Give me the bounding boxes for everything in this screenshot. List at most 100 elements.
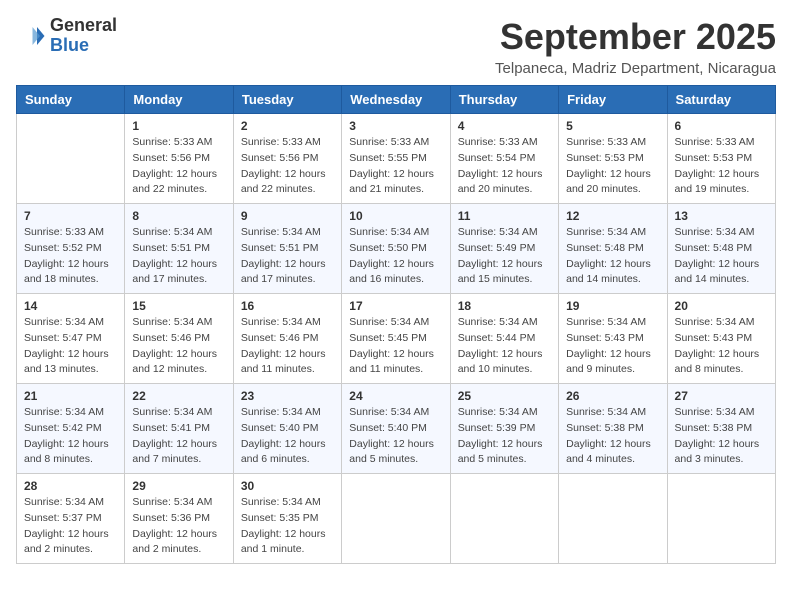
day-info: Sunrise: 5:34 AM Sunset: 5:49 PM Dayligh…: [458, 225, 551, 288]
calendar-cell: [342, 474, 450, 564]
day-number: 19: [566, 299, 659, 313]
calendar-cell: 5Sunrise: 5:33 AM Sunset: 5:53 PM Daylig…: [559, 114, 667, 204]
day-info: Sunrise: 5:34 AM Sunset: 5:38 PM Dayligh…: [675, 405, 768, 468]
day-info: Sunrise: 5:33 AM Sunset: 5:52 PM Dayligh…: [24, 225, 117, 288]
day-number: 16: [241, 299, 334, 313]
calendar-body: 1Sunrise: 5:33 AM Sunset: 5:56 PM Daylig…: [17, 114, 776, 564]
calendar-cell: 20 Sunrise: 5:34 AM Sunset: 5:43 PM Dayli…: [667, 294, 775, 384]
day-number: 17: [349, 299, 442, 313]
day-info: Sunrise: 5:34 AM Sunset: 5:45 PM Dayligh…: [349, 315, 442, 378]
day-of-week-header: Tuesday: [233, 86, 341, 114]
calendar-cell: 25 Sunrise: 5:34 AM Sunset: 5:39 PM Dayli…: [450, 384, 558, 474]
calendar-cell: 13 Sunrise: 5:34 AM Sunset: 5:48 PM Dayli…: [667, 204, 775, 294]
location-title: Telpaneca, Madriz Department, Nicaragua: [495, 60, 776, 77]
calendar-header-row: SundayMondayTuesdayWednesdayThursdayFrid…: [17, 86, 776, 114]
logo-general: General: [50, 16, 117, 36]
day-number: 30: [241, 479, 334, 493]
calendar-week-row: 21 Sunrise: 5:34 AM Sunset: 5:42 PM Dayli…: [17, 384, 776, 474]
logo: General Blue: [16, 16, 117, 56]
calendar-cell: 26 Sunrise: 5:34 AM Sunset: 5:38 PM Dayli…: [559, 384, 667, 474]
month-title: September 2025: [495, 16, 776, 58]
logo-text: General Blue: [50, 16, 117, 56]
calendar-cell: 3 Sunrise: 5:33 AM Sunset: 5:55 PM Daylig…: [342, 114, 450, 204]
calendar-cell: [559, 474, 667, 564]
calendar-cell: 12 Sunrise: 5:34 AM Sunset: 5:48 PM Dayli…: [559, 204, 667, 294]
day-number: 21: [24, 389, 117, 403]
day-info: Sunrise: 5:33 AM Sunset: 5:56 PM Dayligh…: [241, 135, 334, 198]
day-info: Sunrise: 5:33 AM Sunset: 5:54 PM Dayligh…: [458, 135, 551, 198]
day-info: Sunrise: 5:34 AM Sunset: 5:38 PM Dayligh…: [566, 405, 659, 468]
day-of-week-header: Friday: [559, 86, 667, 114]
calendar-cell: 29 Sunrise: 5:34 AM Sunset: 5:36 PM Dayli…: [125, 474, 233, 564]
calendar-week-row: 28 Sunrise: 5:34 AM Sunset: 5:37 PM Dayli…: [17, 474, 776, 564]
day-info: Sunrise: 5:34 AM Sunset: 5:46 PM Dayligh…: [241, 315, 334, 378]
day-number: 6: [675, 119, 768, 133]
day-number: 20: [675, 299, 768, 313]
day-info: Sunrise: 5:34 AM Sunset: 5:40 PM Dayligh…: [349, 405, 442, 468]
day-of-week-header: Wednesday: [342, 86, 450, 114]
day-info: Sunrise: 5:34 AM Sunset: 5:40 PM Dayligh…: [241, 405, 334, 468]
calendar-cell: 24 Sunrise: 5:34 AM Sunset: 5:40 PM Dayli…: [342, 384, 450, 474]
day-number: 7: [24, 209, 117, 223]
day-number: 28: [24, 479, 117, 493]
logo-icon: [16, 21, 46, 51]
day-number: 27: [675, 389, 768, 403]
calendar-cell: 19Sunrise: 5:34 AM Sunset: 5:43 PM Dayli…: [559, 294, 667, 384]
calendar-cell: 4 Sunrise: 5:33 AM Sunset: 5:54 PM Daylig…: [450, 114, 558, 204]
day-info: Sunrise: 5:33 AM Sunset: 5:53 PM Dayligh…: [566, 135, 659, 198]
day-number: 15: [132, 299, 225, 313]
title-area: September 2025 Telpaneca, Madriz Departm…: [495, 16, 776, 77]
day-number: 14: [24, 299, 117, 313]
day-number: 12: [566, 209, 659, 223]
day-info: Sunrise: 5:34 AM Sunset: 5:44 PM Dayligh…: [458, 315, 551, 378]
day-number: 3: [349, 119, 442, 133]
calendar-cell: 7 Sunrise: 5:33 AM Sunset: 5:52 PM Daylig…: [17, 204, 125, 294]
day-info: Sunrise: 5:34 AM Sunset: 5:51 PM Dayligh…: [132, 225, 225, 288]
day-number: 18: [458, 299, 551, 313]
calendar-cell: 18 Sunrise: 5:34 AM Sunset: 5:44 PM Dayli…: [450, 294, 558, 384]
day-number: 24: [349, 389, 442, 403]
day-number: 13: [675, 209, 768, 223]
calendar-cell: 2Sunrise: 5:33 AM Sunset: 5:56 PM Daylig…: [233, 114, 341, 204]
day-of-week-header: Sunday: [17, 86, 125, 114]
day-info: Sunrise: 5:33 AM Sunset: 5:56 PM Dayligh…: [132, 135, 225, 198]
day-info: Sunrise: 5:34 AM Sunset: 5:47 PM Dayligh…: [24, 315, 117, 378]
calendar-cell: 6 Sunrise: 5:33 AM Sunset: 5:53 PM Daylig…: [667, 114, 775, 204]
calendar-cell: 27 Sunrise: 5:34 AM Sunset: 5:38 PM Dayli…: [667, 384, 775, 474]
day-number: 4: [458, 119, 551, 133]
calendar: SundayMondayTuesdayWednesdayThursdayFrid…: [16, 85, 776, 564]
day-info: Sunrise: 5:34 AM Sunset: 5:37 PM Dayligh…: [24, 495, 117, 558]
day-info: Sunrise: 5:34 AM Sunset: 5:43 PM Dayligh…: [675, 315, 768, 378]
calendar-cell: 17 Sunrise: 5:34 AM Sunset: 5:45 PM Dayli…: [342, 294, 450, 384]
day-info: Sunrise: 5:34 AM Sunset: 5:48 PM Dayligh…: [566, 225, 659, 288]
calendar-cell: 16 Sunrise: 5:34 AM Sunset: 5:46 PM Dayli…: [233, 294, 341, 384]
calendar-cell: 11Sunrise: 5:34 AM Sunset: 5:49 PM Dayli…: [450, 204, 558, 294]
day-number: 25: [458, 389, 551, 403]
calendar-cell: 21 Sunrise: 5:34 AM Sunset: 5:42 PM Dayli…: [17, 384, 125, 474]
calendar-cell: 10 Sunrise: 5:34 AM Sunset: 5:50 PM Dayli…: [342, 204, 450, 294]
day-info: Sunrise: 5:34 AM Sunset: 5:42 PM Dayligh…: [24, 405, 117, 468]
calendar-week-row: 7 Sunrise: 5:33 AM Sunset: 5:52 PM Daylig…: [17, 204, 776, 294]
day-number: 23: [241, 389, 334, 403]
calendar-cell: 30Sunrise: 5:34 AM Sunset: 5:35 PM Dayli…: [233, 474, 341, 564]
day-info: Sunrise: 5:34 AM Sunset: 5:39 PM Dayligh…: [458, 405, 551, 468]
calendar-cell: 22Sunrise: 5:34 AM Sunset: 5:41 PM Dayli…: [125, 384, 233, 474]
day-info: Sunrise: 5:34 AM Sunset: 5:48 PM Dayligh…: [675, 225, 768, 288]
day-of-week-header: Thursday: [450, 86, 558, 114]
calendar-cell: [17, 114, 125, 204]
calendar-cell: 14 Sunrise: 5:34 AM Sunset: 5:47 PM Dayli…: [17, 294, 125, 384]
day-number: 22: [132, 389, 225, 403]
calendar-cell: [450, 474, 558, 564]
day-info: Sunrise: 5:33 AM Sunset: 5:53 PM Dayligh…: [675, 135, 768, 198]
calendar-cell: 28 Sunrise: 5:34 AM Sunset: 5:37 PM Dayli…: [17, 474, 125, 564]
day-info: Sunrise: 5:34 AM Sunset: 5:50 PM Dayligh…: [349, 225, 442, 288]
day-of-week-header: Saturday: [667, 86, 775, 114]
calendar-cell: 1Sunrise: 5:33 AM Sunset: 5:56 PM Daylig…: [125, 114, 233, 204]
calendar-cell: 15 Sunrise: 5:34 AM Sunset: 5:46 PM Dayli…: [125, 294, 233, 384]
day-number: 10: [349, 209, 442, 223]
day-info: Sunrise: 5:34 AM Sunset: 5:36 PM Dayligh…: [132, 495, 225, 558]
day-number: 29: [132, 479, 225, 493]
day-info: Sunrise: 5:33 AM Sunset: 5:55 PM Dayligh…: [349, 135, 442, 198]
day-number: 26: [566, 389, 659, 403]
day-info: Sunrise: 5:34 AM Sunset: 5:46 PM Dayligh…: [132, 315, 225, 378]
